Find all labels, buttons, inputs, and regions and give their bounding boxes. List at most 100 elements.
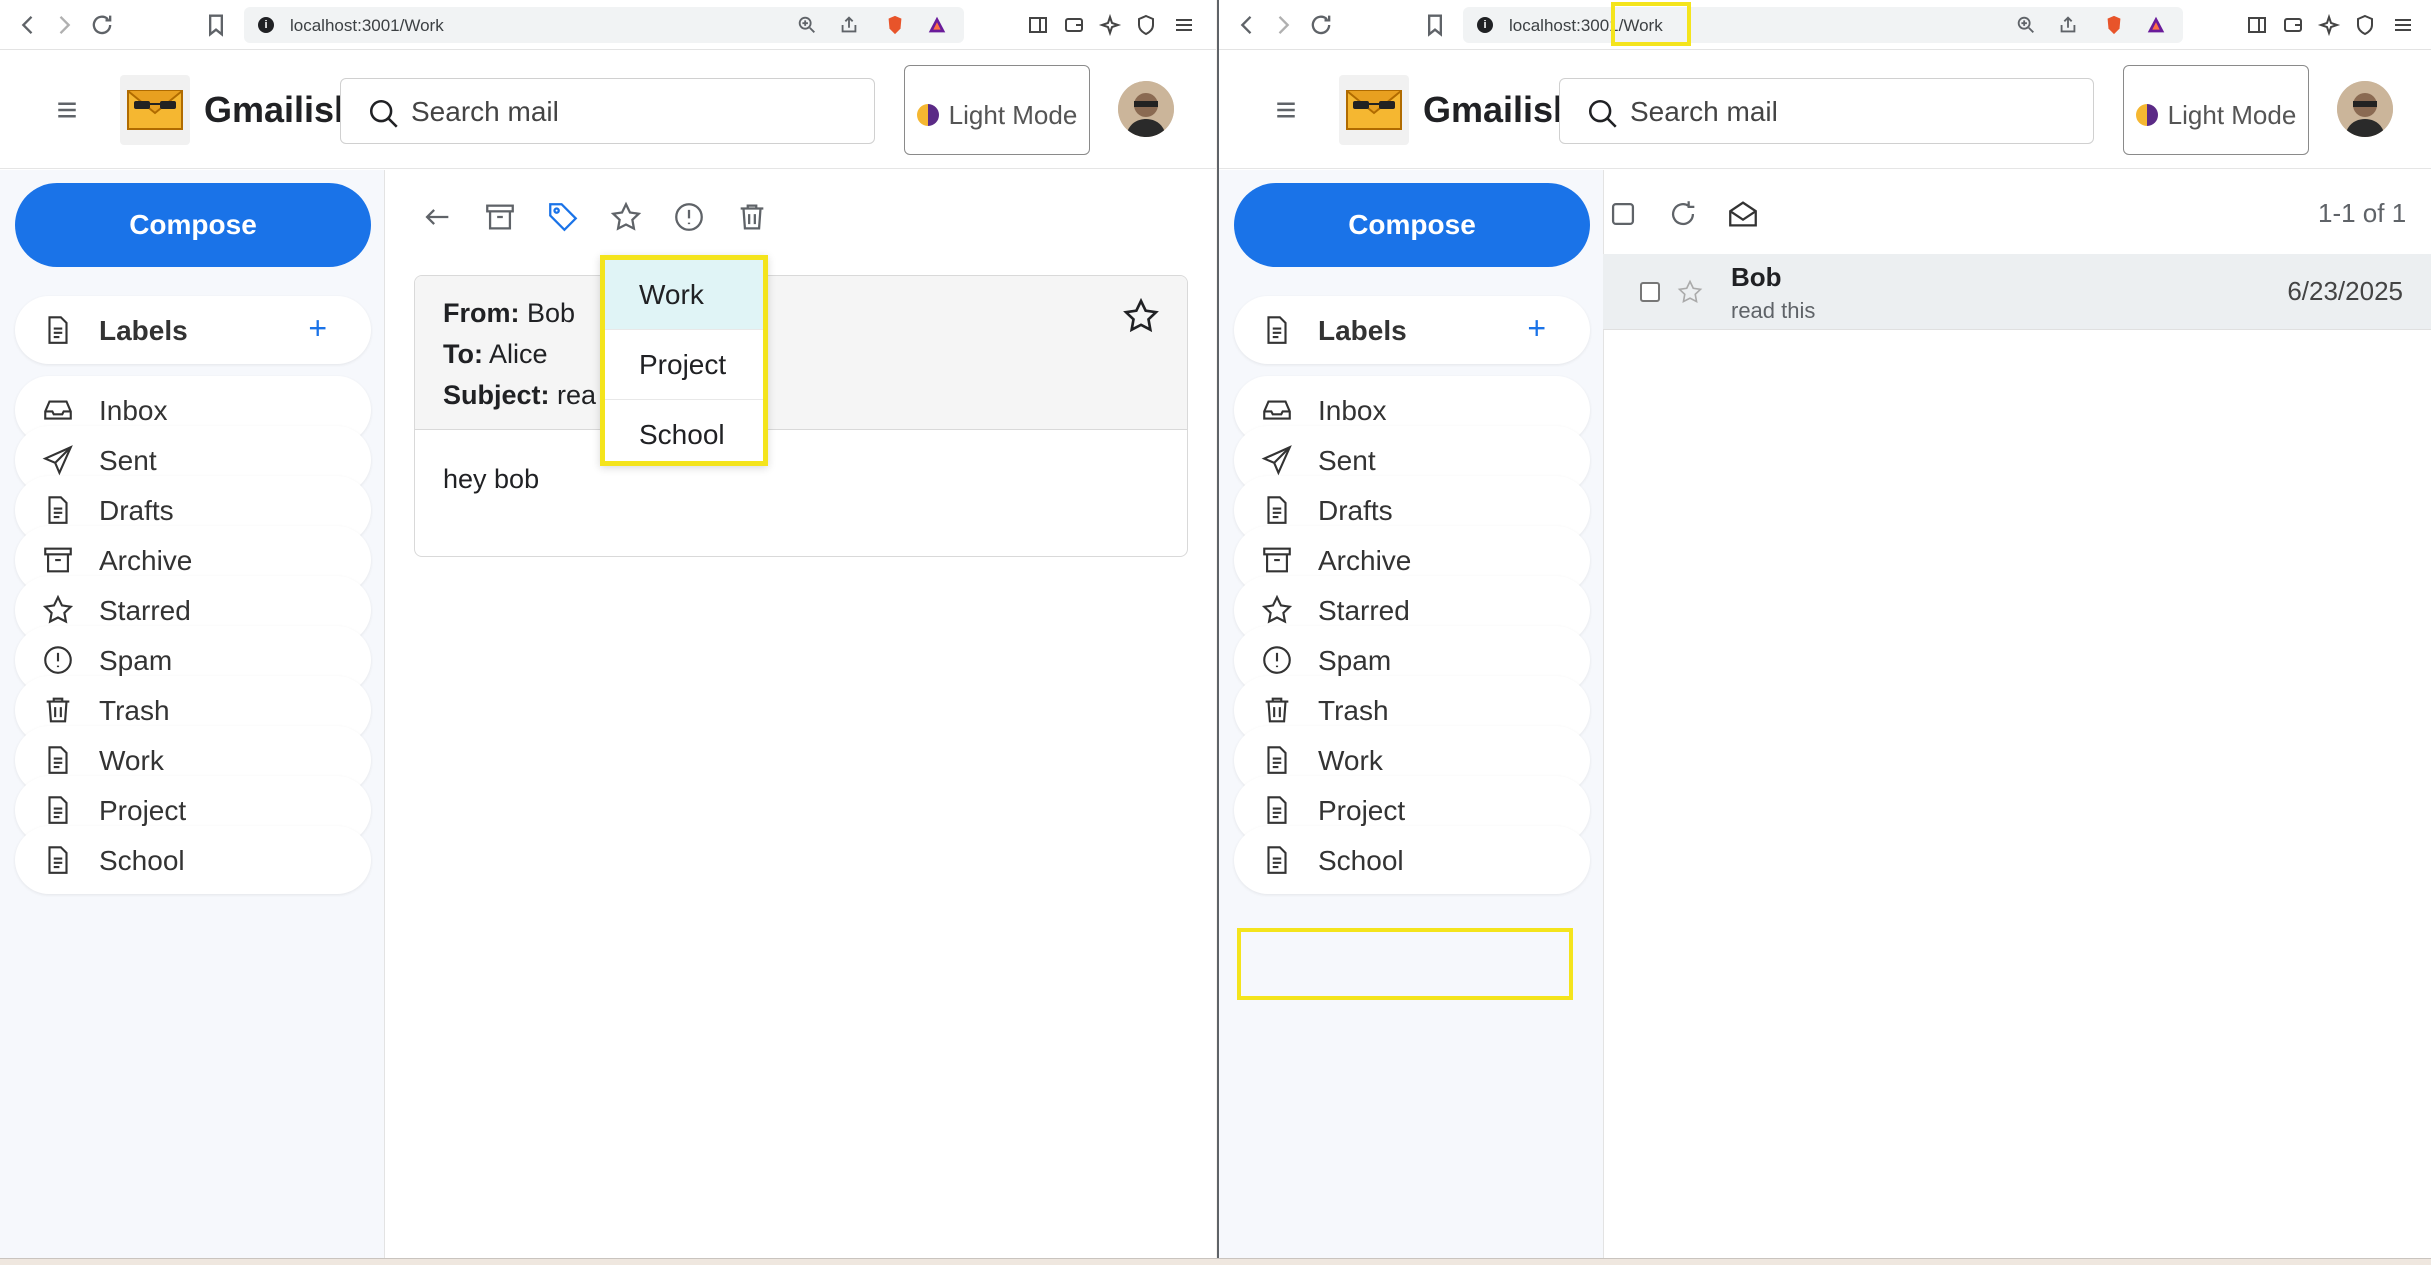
zoom-icon[interactable] (2015, 14, 2037, 36)
message-card: From: Bob To: Alice Subject: rea hey bob (414, 275, 1188, 557)
reload-icon[interactable] (88, 11, 116, 39)
search-box[interactable] (1559, 78, 2094, 144)
share-icon[interactable] (2057, 14, 2079, 36)
sidebar-item-label: Project (1318, 795, 1406, 826)
rewards-icon[interactable] (2145, 14, 2167, 36)
bookmark-icon[interactable] (202, 11, 230, 39)
leo-ai-icon[interactable] (2317, 13, 2341, 37)
site-info-icon[interactable]: i (258, 17, 274, 33)
vpn-icon[interactable] (1134, 13, 1158, 37)
labels-title: Labels (1318, 315, 1407, 346)
forward-icon[interactable] (1269, 11, 1297, 39)
brave-shield-icon[interactable] (2103, 14, 2125, 36)
search-box[interactable] (340, 78, 875, 144)
from-row: From: Bob (443, 298, 575, 329)
sidebar-item-label: Inbox (1318, 395, 1387, 426)
theme-icon (2135, 104, 2158, 126)
wallet-icon[interactable] (2281, 13, 2305, 37)
forward-icon[interactable] (50, 11, 78, 39)
app-header: Gmailish Light Mode (0, 51, 1216, 169)
sidebar-item-school[interactable]: School (15, 826, 371, 894)
menu-icon[interactable] (2391, 13, 2415, 37)
trash-icon[interactable] (735, 200, 773, 238)
address-bar[interactable]: i localhost:3001/Work (1463, 7, 2183, 43)
menu-item-school[interactable]: School (605, 400, 763, 470)
site-info-icon[interactable]: i (1477, 17, 1493, 33)
menu-item-work[interactable]: Work (605, 260, 763, 330)
file-icon (41, 843, 75, 877)
leo-ai-icon[interactable] (1098, 13, 1122, 37)
sidebar-item-label: Sent (1318, 445, 1376, 476)
app-header: Gmailish Light Mode (1219, 51, 2431, 169)
back-icon[interactable] (1233, 11, 1261, 39)
avatar[interactable] (2337, 81, 2393, 137)
trash-icon (41, 693, 75, 727)
zoom-icon[interactable] (796, 14, 818, 36)
app-logo (1339, 75, 1409, 145)
app-logo (120, 75, 190, 145)
inbox-icon (41, 393, 75, 427)
back-icon[interactable] (14, 11, 42, 39)
file-icon (41, 493, 75, 527)
theme-toggle-label: Light Mode (2167, 100, 2297, 130)
vpn-icon[interactable] (2353, 13, 2377, 37)
sidebar-toggle-icon[interactable] (1026, 13, 1050, 37)
file-icon (1260, 793, 1294, 827)
address-bar[interactable]: i localhost:3001/Work (244, 7, 964, 43)
brave-shield-icon[interactable] (884, 14, 906, 36)
sidebar-item-label: Spam (99, 645, 173, 676)
archive-icon[interactable] (483, 200, 521, 238)
file-icon (41, 313, 75, 347)
sidebar-item-label: Project (99, 795, 187, 826)
alert-circle-icon (1260, 643, 1294, 677)
compose-button[interactable]: Compose (1234, 183, 1590, 267)
avatar[interactable] (1118, 81, 1174, 137)
from-label: From: (443, 298, 520, 328)
menu-item-project[interactable]: Project (605, 330, 763, 400)
star-icon[interactable] (609, 200, 647, 238)
sidebar-item-label: Spam (1318, 645, 1392, 676)
back-arrow-icon[interactable] (420, 200, 458, 238)
add-label-button[interactable]: + (308, 310, 327, 347)
wallet-icon[interactable] (1062, 13, 1086, 37)
compose-button[interactable]: Compose (15, 183, 371, 267)
add-label-button[interactable]: + (1527, 310, 1546, 347)
sidebar-item-label: Sent (99, 445, 157, 476)
rewards-icon[interactable] (926, 14, 948, 36)
sidebar-item-label: Trash (99, 695, 170, 726)
sidebar-labels-header: Labels + (15, 296, 371, 364)
message-header: From: Bob To: Alice Subject: rea (415, 276, 1187, 430)
sidebar-item-label: Archive (99, 545, 193, 576)
theme-toggle-button[interactable]: Light Mode (2123, 65, 2309, 155)
share-icon[interactable] (838, 14, 860, 36)
subject-row: Subject: rea (443, 380, 596, 411)
reload-icon[interactable] (1307, 11, 1335, 39)
sidebar-toggle-icon[interactable] (2245, 13, 2269, 37)
star-icon (1260, 593, 1294, 627)
sidebar: Compose Labels + Inbox Sent Drafts Archi… (1219, 170, 1604, 1258)
message-body: hey bob (443, 464, 540, 494)
hamburger-icon[interactable] (1271, 95, 1301, 125)
bookmark-icon[interactable] (1421, 11, 1449, 39)
sidebar-item-label: School (99, 845, 185, 876)
url-text[interactable]: localhost:3001/Work (290, 16, 444, 36)
file-icon (1260, 493, 1294, 527)
archive-icon (1260, 543, 1294, 577)
sidebar-item-label: Work (1318, 745, 1383, 776)
star-icon (41, 593, 75, 627)
labels-title: Labels (99, 315, 188, 346)
app-brand: Gmailish (204, 89, 357, 130)
star-icon[interactable] (1121, 296, 1161, 336)
report-spam-icon[interactable] (672, 200, 710, 238)
search-input[interactable] (1630, 93, 2070, 131)
theme-toggle-button[interactable]: Light Mode (904, 65, 1090, 155)
sidebar-item-label: Inbox (99, 395, 168, 426)
inbox-icon (1260, 393, 1294, 427)
label-tag-icon[interactable] (546, 200, 584, 238)
taskbar-strip (0, 1258, 2431, 1265)
sidebar-item-school[interactable]: School (1234, 826, 1590, 894)
search-input[interactable] (411, 93, 851, 131)
sidebar-item-label: Drafts (99, 495, 174, 526)
menu-icon[interactable] (1172, 13, 1196, 37)
hamburger-icon[interactable] (52, 95, 82, 125)
